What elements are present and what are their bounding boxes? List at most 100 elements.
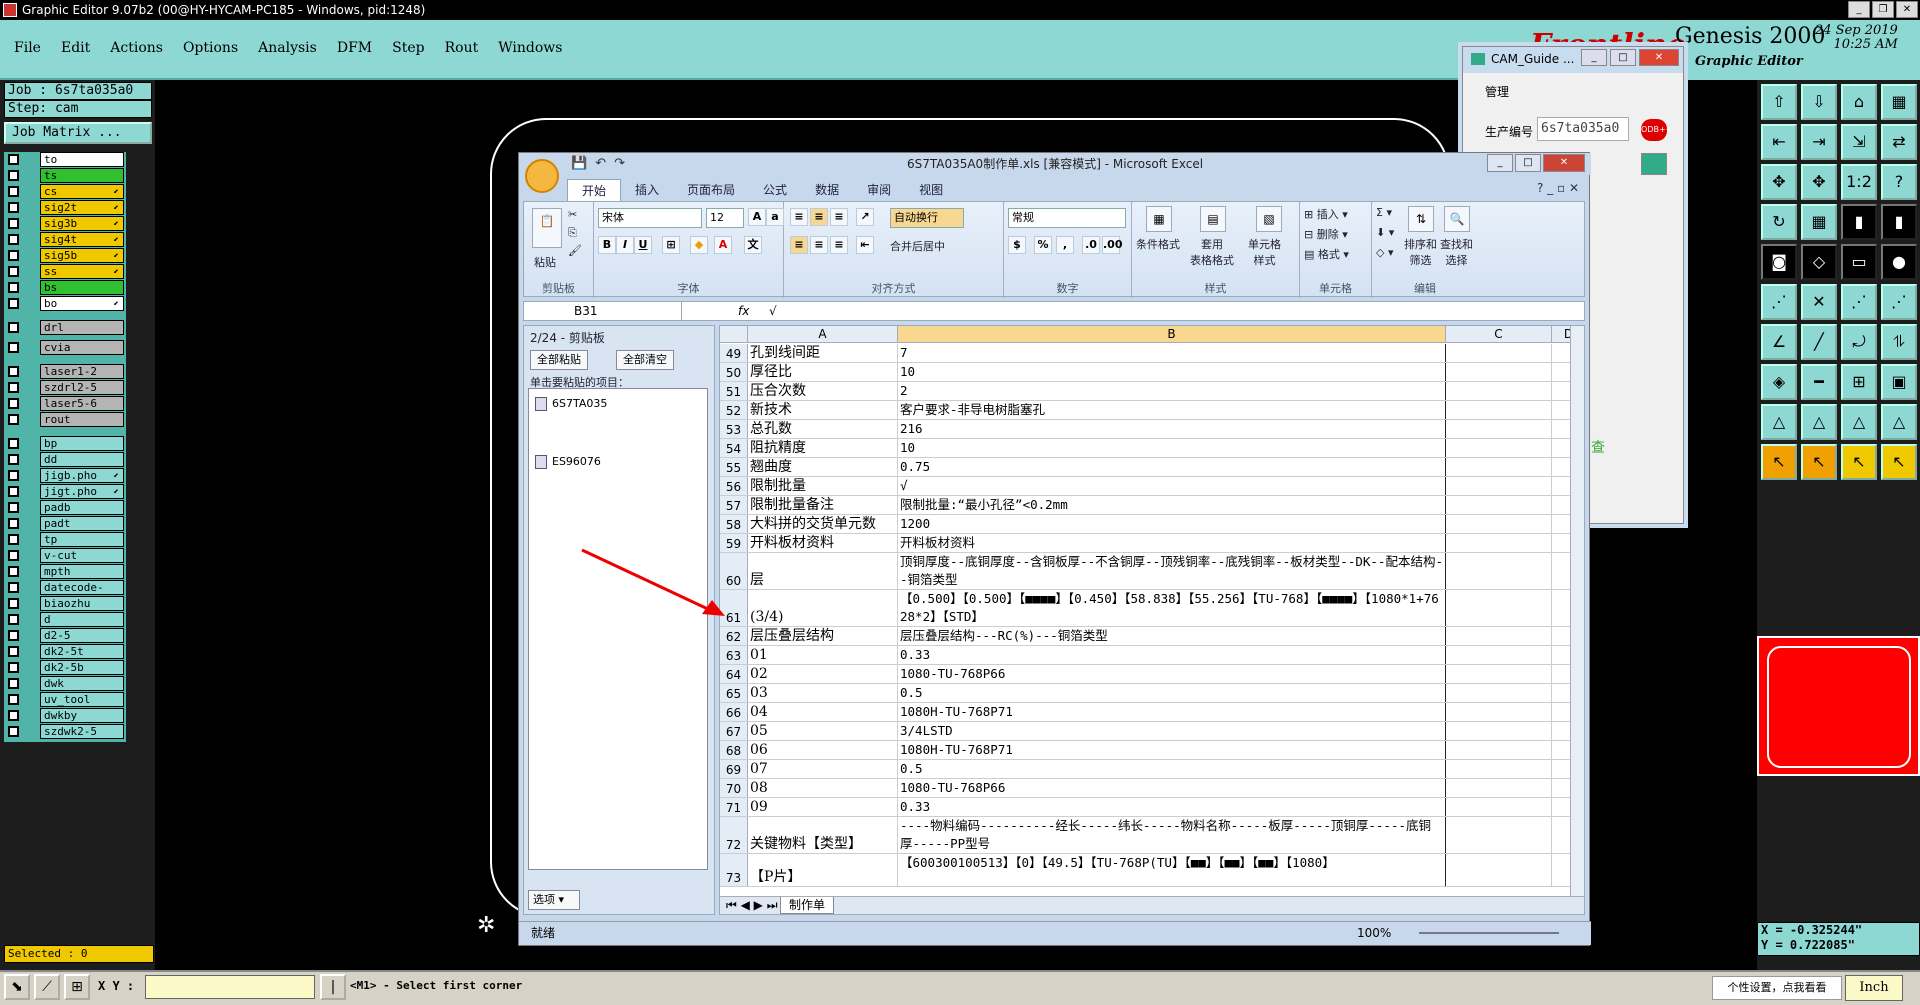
layer-row[interactable]: padt bbox=[4, 516, 126, 531]
cell-a[interactable]: 限制批量 bbox=[748, 477, 898, 495]
tool-button[interactable]: ⥮ bbox=[1881, 324, 1917, 360]
font-size-select[interactable]: 12 bbox=[706, 208, 744, 228]
cell-c[interactable] bbox=[1446, 760, 1552, 778]
layer-checkbox[interactable] bbox=[8, 614, 19, 625]
ribbon-tab[interactable]: 视图 bbox=[905, 179, 957, 201]
layer-name[interactable]: dwk bbox=[40, 676, 124, 691]
tool-button[interactable]: ━ bbox=[1801, 364, 1837, 400]
cell-c[interactable] bbox=[1446, 722, 1552, 740]
layer-row[interactable]: sig5b ⬋ bbox=[4, 248, 126, 263]
row-number[interactable]: 71 bbox=[720, 798, 748, 816]
cam-close-button[interactable]: ✕ bbox=[1639, 49, 1679, 66]
tool-button[interactable]: △ bbox=[1881, 404, 1917, 440]
clipboard-item[interactable]: ES96076 bbox=[535, 455, 601, 469]
layer-name[interactable]: jigb.pho ⬋ bbox=[40, 468, 124, 483]
align-right-icon[interactable]: ≡ bbox=[830, 236, 848, 254]
layer-name[interactable]: jigt.pho ⬋ bbox=[40, 484, 124, 499]
cell-b[interactable]: 开料板材资料 bbox=[898, 534, 1446, 552]
cell-c[interactable] bbox=[1446, 684, 1552, 702]
merge-center-button[interactable]: 合并后居中 bbox=[890, 238, 945, 254]
select-all-corner[interactable] bbox=[720, 326, 748, 343]
tool-button[interactable]: ⋰ bbox=[1841, 284, 1877, 320]
menu-options[interactable]: Options bbox=[183, 40, 238, 56]
zoom-slider[interactable] bbox=[1419, 932, 1559, 934]
cell-c[interactable] bbox=[1446, 515, 1552, 533]
cell-c[interactable] bbox=[1446, 817, 1552, 853]
cell-c[interactable] bbox=[1446, 344, 1552, 362]
name-box[interactable]: B31 bbox=[524, 302, 682, 320]
row-number[interactable]: 58 bbox=[720, 515, 748, 533]
layer-checkbox[interactable] bbox=[8, 710, 19, 721]
border-icon[interactable]: ⊞ bbox=[662, 236, 680, 254]
cell-a[interactable]: 08 bbox=[748, 779, 898, 797]
layer-checkbox[interactable] bbox=[8, 486, 19, 497]
cell-b[interactable]: 1080H-TU-768P71 bbox=[898, 741, 1446, 759]
cell-a[interactable]: 开料板材资料 bbox=[748, 534, 898, 552]
tool-button[interactable]: ↖ bbox=[1761, 444, 1797, 480]
layer-checkbox[interactable] bbox=[8, 454, 19, 465]
cell-a[interactable]: 02 bbox=[748, 665, 898, 683]
ribbon-tab[interactable]: 插入 bbox=[621, 179, 673, 201]
cell-styles-icon[interactable]: ▧ bbox=[1256, 206, 1282, 232]
layer-checkbox[interactable] bbox=[8, 398, 19, 409]
autosum-icon[interactable]: Σ ▾ bbox=[1376, 206, 1392, 219]
ribbon-tab[interactable]: 公式 bbox=[749, 179, 801, 201]
row-number[interactable]: 69 bbox=[720, 760, 748, 778]
currency-icon[interactable]: $ bbox=[1008, 236, 1026, 254]
layer-row[interactable]: uv_tool bbox=[4, 692, 126, 707]
layer-name[interactable]: uv_tool bbox=[40, 692, 124, 707]
menu-rout[interactable]: Rout bbox=[445, 40, 479, 56]
shrink-font-icon[interactable]: a bbox=[766, 208, 784, 226]
tool-button[interactable]: ▮ bbox=[1881, 204, 1917, 240]
manage-menu[interactable]: 管理 bbox=[1485, 83, 1509, 100]
comma-icon[interactable]: , bbox=[1056, 236, 1074, 254]
layer-checkbox[interactable] bbox=[8, 298, 19, 309]
percent-icon[interactable]: % bbox=[1034, 236, 1052, 254]
layer-name[interactable]: sig5b ⬋ bbox=[40, 248, 124, 263]
unit-indicator[interactable]: Inch bbox=[1845, 975, 1903, 1001]
layer-checkbox[interactable] bbox=[8, 566, 19, 577]
ribbon-tab[interactable]: 开始 bbox=[567, 179, 622, 201]
decrease-decimal-icon[interactable]: .00 bbox=[1102, 236, 1123, 254]
row-number[interactable]: 64 bbox=[720, 665, 748, 683]
ribbon-tab[interactable]: 审阅 bbox=[853, 179, 905, 201]
tool-button[interactable]: ⇩ bbox=[1801, 84, 1837, 120]
tool-button[interactable]: ◇ bbox=[1801, 244, 1837, 280]
layer-checkbox[interactable] bbox=[8, 646, 19, 657]
tool-button[interactable]: ⇥ bbox=[1801, 124, 1837, 160]
cell-c[interactable] bbox=[1446, 477, 1552, 495]
layer-checkbox[interactable] bbox=[8, 550, 19, 561]
tool-button[interactable]: ↖ bbox=[1841, 444, 1877, 480]
tool-button[interactable]: ▮ bbox=[1841, 204, 1877, 240]
cell-b[interactable]: 7 bbox=[898, 344, 1446, 362]
layer-name[interactable]: cs ⬋ bbox=[40, 184, 124, 199]
layer-checkbox[interactable] bbox=[8, 470, 19, 481]
tool-button[interactable]: 1:2 bbox=[1841, 164, 1877, 200]
layer-checkbox[interactable] bbox=[8, 322, 19, 333]
layer-checkbox[interactable] bbox=[8, 366, 19, 377]
restore-button[interactable]: ❐ bbox=[1872, 1, 1894, 18]
layer-row[interactable]: sig3b ⬋ bbox=[4, 216, 126, 231]
check-label[interactable]: 查 bbox=[1591, 437, 1605, 457]
layer-checkbox[interactable] bbox=[8, 598, 19, 609]
cell-a[interactable]: 03 bbox=[748, 684, 898, 702]
layer-row[interactable]: szdrl2-5 bbox=[4, 380, 126, 395]
layer-row[interactable]: dk2-5t bbox=[4, 644, 126, 659]
minimize-button[interactable]: _ bbox=[1848, 1, 1870, 18]
cam-import-button[interactable] bbox=[1641, 153, 1667, 175]
layer-checkbox[interactable] bbox=[8, 694, 19, 705]
cell-b[interactable]: 0.33 bbox=[898, 798, 1446, 816]
tool-button[interactable]: ⤾ bbox=[1841, 324, 1877, 360]
cell-a[interactable]: 06 bbox=[748, 741, 898, 759]
tool-button[interactable]: ⌂ bbox=[1841, 84, 1877, 120]
cell-a[interactable]: 压合次数 bbox=[748, 382, 898, 400]
copy-icon[interactable]: ⎘ bbox=[568, 226, 577, 240]
layer-name[interactable]: padb bbox=[40, 500, 124, 515]
cell-b[interactable]: 【600300100513】【0】【49.5】【TU-768P(TU】【■■】【… bbox=[898, 854, 1446, 886]
align-bottom-icon[interactable]: ≡ bbox=[830, 208, 848, 226]
layer-checkbox[interactable] bbox=[8, 726, 19, 737]
layer-row[interactable]: cs ⬋ bbox=[4, 184, 126, 199]
tool-button[interactable]: ⊞ bbox=[1841, 364, 1877, 400]
number-format-select[interactable]: 常规 bbox=[1008, 208, 1126, 228]
cell-c[interactable] bbox=[1446, 703, 1552, 721]
